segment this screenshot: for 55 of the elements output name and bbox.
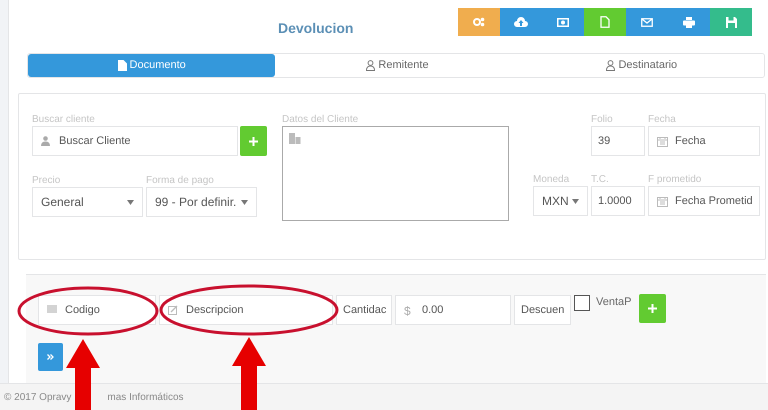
field-label: Datos del Cliente: [282, 114, 360, 125]
folio-field[interactable]: 39: [591, 126, 645, 156]
price-select[interactable]: General: [32, 187, 143, 217]
cloud-upload-icon: [514, 17, 528, 27]
caret-icon: [572, 198, 579, 204]
toolbar-button[interactable]: [710, 8, 752, 36]
field-label: F prometido: [648, 174, 702, 185]
exchange-rate-field[interactable]: 1.0000: [591, 186, 645, 216]
currency-symbol: $: [404, 305, 411, 317]
toolbar-button[interactable]: [584, 8, 626, 36]
description-field[interactable]: Descripcion: [159, 295, 333, 325]
client-details-field[interactable]: [282, 126, 509, 221]
banknote-icon: [557, 18, 569, 26]
envelope-icon: [641, 18, 653, 26]
add-item-button[interactable]: [639, 294, 666, 323]
plus-icon: [249, 136, 258, 146]
search-field[interactable]: Buscar Cliente: [32, 126, 238, 156]
code-field[interactable]: Codigo: [38, 295, 156, 325]
gears-icon: [473, 17, 485, 27]
toolbar-button[interactable]: [458, 8, 500, 36]
toolbar-button[interactable]: [500, 8, 542, 36]
field-label: Buscar cliente: [32, 114, 96, 125]
date-field[interactable]: Fecha: [648, 126, 760, 156]
field-label: Folio: [591, 114, 614, 125]
field-label: T.C.: [591, 174, 610, 185]
caret-icon: [241, 200, 248, 204]
discount-field[interactable]: Descuen: [514, 295, 571, 325]
field-label: Moneda: [533, 174, 570, 185]
save-icon: [726, 16, 736, 28]
currency-select[interactable]: MXN: [533, 186, 588, 216]
checkbox[interactable]: [574, 295, 590, 311]
footer-text: mas Informáticos: [107, 390, 184, 404]
quantity-field[interactable]: Cantidac: [336, 295, 392, 325]
promised-date-field[interactable]: Fecha Prometid: [648, 186, 760, 216]
checkbox-label: VentaP: [596, 296, 632, 308]
field-label: Forma de pago: [146, 175, 215, 186]
caret-icon: [127, 200, 134, 204]
next-button[interactable]: [38, 343, 63, 371]
field-label: Precio: [32, 175, 62, 186]
plus-icon: [648, 304, 658, 313]
building-icon: [289, 133, 301, 144]
file-icon: [118, 60, 127, 71]
toolbar-button[interactable]: [626, 8, 668, 36]
user-icon: [606, 60, 616, 71]
add-button[interactable]: [240, 126, 267, 156]
file-icon: [600, 16, 610, 28]
field-label: Fecha: [648, 114, 677, 125]
payment-select[interactable]: 99 - Por definir.: [146, 187, 257, 217]
user-icon: [366, 60, 376, 71]
printer-icon: [683, 16, 695, 28]
footer-text: © 2017 Opravy: [4, 390, 72, 404]
toolbar-button[interactable]: [668, 8, 710, 36]
page-title: Devolucion: [278, 19, 354, 37]
double-chevron-icon: [47, 354, 54, 360]
toolbar-button[interactable]: [542, 8, 584, 36]
